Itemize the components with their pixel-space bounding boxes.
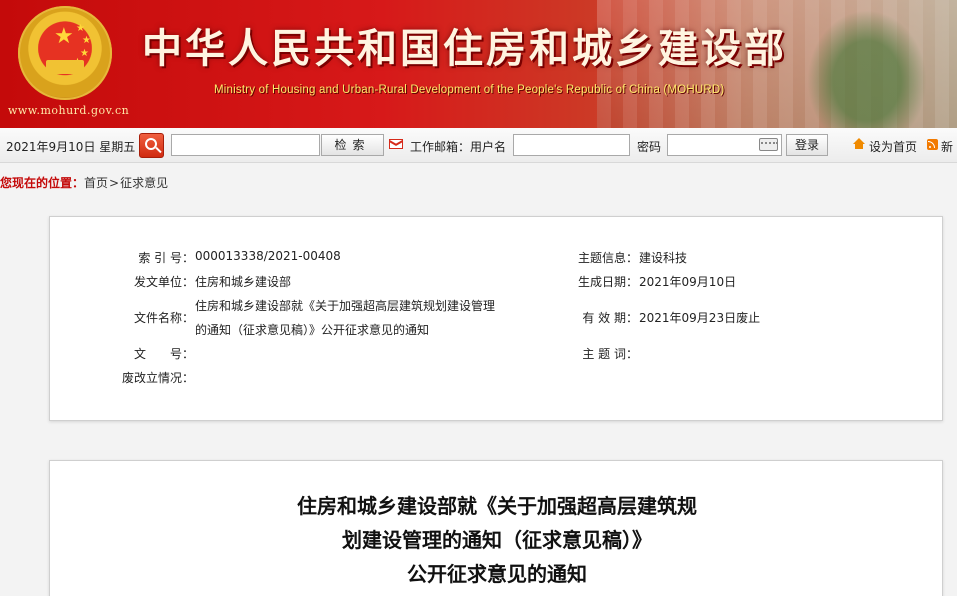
- validity-value: 2021年09月23日废止: [639, 311, 761, 325]
- doc-name-value-line2: 的通知（征求意见稿）》公开征求意见的通知: [195, 323, 430, 337]
- keywords-label: 主 题 词：: [582, 347, 638, 361]
- article-title: 住房和城乡建设部就《关于加强超高层建筑规 划建设管理的通知（征求意见稿）》 公开…: [50, 489, 944, 591]
- set-homepage-link[interactable]: 设为首页: [869, 138, 917, 155]
- password-label: 密码: [637, 140, 662, 154]
- article-title-line1: 住房和城乡建设部就《关于加强超高层建筑规: [297, 494, 697, 518]
- article-title-line2: 划建设管理的通知（征求意见稿）》: [342, 528, 652, 552]
- breadcrumb-home[interactable]: 首页: [84, 176, 108, 190]
- rss-link[interactable]: 新: [941, 138, 953, 155]
- index-no-value: 000013338/2021-00408: [195, 249, 341, 263]
- breadcrumb-current[interactable]: 征求意见: [120, 176, 168, 190]
- keyboard-icon[interactable]: [759, 138, 778, 151]
- home-icon[interactable]: [853, 138, 865, 150]
- doc-name-label: 文件名称：: [133, 311, 194, 325]
- rss-icon[interactable]: [927, 139, 938, 150]
- issuer-value: 住房和城乡建设部: [195, 275, 292, 289]
- work-mail-label: 工作邮箱：用户名: [410, 140, 507, 154]
- status-label: 废改立情况：: [121, 371, 194, 385]
- mail-icon: [389, 139, 403, 149]
- site-banner: ★ ★ ★ ★ ★ www.mohurd.gov.cn 中华人民共和国住房和城乡…: [0, 0, 957, 128]
- document-info-panel: 索 引 号： 000013338/2021-00408 发文单位： 住房和城乡建…: [49, 216, 943, 421]
- search-input[interactable]: [171, 134, 320, 156]
- article-title-line3: 公开征求意见的通知: [407, 562, 587, 586]
- issuer-label: 发文单位：: [133, 275, 194, 289]
- doc-no-label: 文 号：: [133, 347, 194, 361]
- topic-label: 主题信息：: [577, 251, 638, 265]
- site-title[interactable]: 中华人民共和国住房和城乡建设部: [142, 16, 787, 74]
- banner-tree-image: [807, 10, 927, 128]
- topic-value: 建设科技: [639, 251, 688, 265]
- search-button[interactable]: 检索: [321, 134, 384, 156]
- created-value: 2021年09月10日: [639, 275, 737, 289]
- search-icon[interactable]: [139, 133, 164, 158]
- breadcrumb-separator: >: [109, 176, 120, 190]
- current-date: 2021年9月10日 星期五: [6, 140, 136, 154]
- validity-label: 有 效 期：: [582, 311, 638, 325]
- index-no-label: 索 引 号：: [138, 251, 194, 265]
- national-emblem-icon[interactable]: ★ ★ ★ ★ ★: [18, 6, 112, 100]
- breadcrumb: 您现在的位置：首页>征求意见: [0, 174, 168, 191]
- article-panel: 住房和城乡建设部就《关于加强超高层建筑规 划建设管理的通知（征求意见稿）》 公开…: [49, 460, 943, 596]
- breadcrumb-label: 您现在的位置：: [0, 176, 85, 190]
- created-label: 生成日期：: [577, 275, 638, 289]
- doc-name-value-line1: 住房和城乡建设部就《关于加强超高层建筑规划建设管理: [195, 299, 496, 313]
- login-button[interactable]: 登录: [786, 134, 828, 156]
- top-toolbar: 2021年9月10日 星期五 检索 工作邮箱：用户名 密码 登录 设为首页 新: [0, 128, 957, 163]
- site-url: www.mohurd.gov.cn: [8, 104, 130, 117]
- username-input[interactable]: [513, 134, 630, 156]
- site-subtitle: Ministry of Housing and Urban-Rural Deve…: [214, 84, 725, 96]
